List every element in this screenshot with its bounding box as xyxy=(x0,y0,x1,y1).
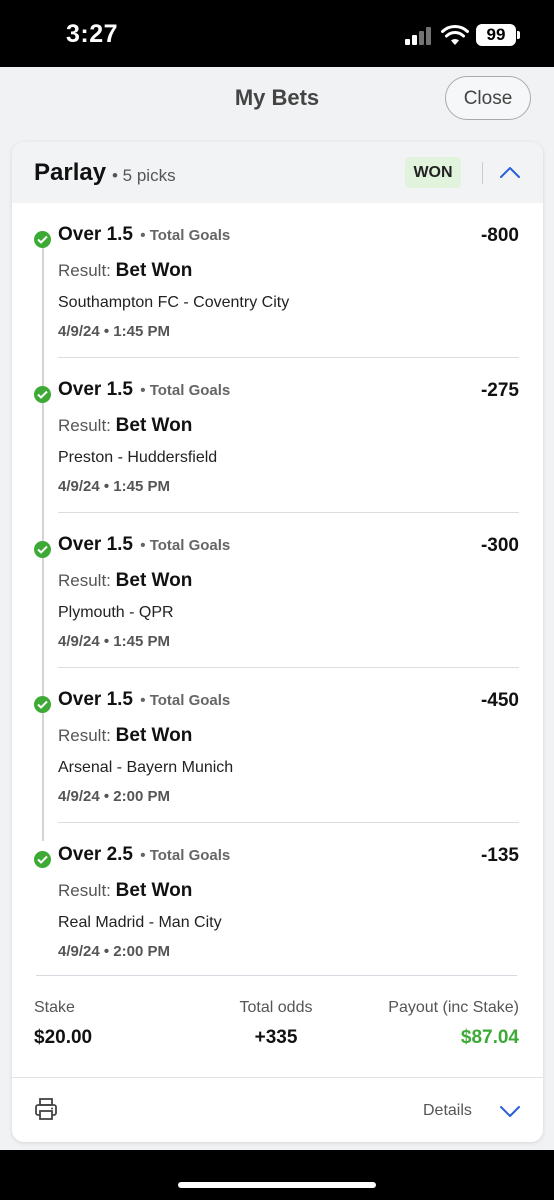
check-circle-icon xyxy=(34,851,51,868)
leg-odds: -450 xyxy=(480,690,519,711)
payout-value: $87.04 xyxy=(460,1027,519,1048)
status-badge: WON xyxy=(405,157,461,188)
leg-market: • Total Goals xyxy=(140,537,231,554)
cellular-signal-icon xyxy=(405,27,433,45)
leg-match: Preston - Huddersfield xyxy=(58,449,218,466)
footer-divider xyxy=(12,1077,543,1078)
check-circle-icon xyxy=(34,386,51,403)
leg-line: Over 1.5 • Total Goals xyxy=(58,689,231,710)
stake-value: $20.00 xyxy=(34,1027,93,1048)
leg-match: Arsenal - Bayern Munich xyxy=(58,759,234,776)
leg-result: Result: Bet Won xyxy=(58,415,193,436)
leg-result: Result: Bet Won xyxy=(58,260,193,281)
leg-market: • Total Goals xyxy=(140,382,231,399)
check-circle-icon xyxy=(34,231,51,248)
bet-leg: Over 1.5 • Total Goals -450 Result: Bet … xyxy=(12,668,543,823)
leg-result: Result: Bet Won xyxy=(58,570,193,591)
details-link[interactable]: Details xyxy=(423,1102,472,1120)
sheet-header: My Bets Close xyxy=(0,67,554,129)
stake-label: Stake xyxy=(34,999,75,1016)
leg-match: Southampton FC - Coventry City xyxy=(58,294,290,311)
chevron-up-icon[interactable] xyxy=(499,164,521,180)
bet-leg: Over 2.5 • Total Goals -135 Result: Bet … xyxy=(12,823,543,978)
leg-line: Over 1.5 • Total Goals xyxy=(58,534,231,555)
leg-time: 4/9/24 • 1:45 PM xyxy=(58,478,170,495)
chevron-down-icon[interactable] xyxy=(499,1104,521,1118)
home-indicator-area xyxy=(0,1150,554,1200)
parlay-card: Parlay • 5 picks WON Over 1.5 • Total Go… xyxy=(12,142,543,1142)
battery-icon: 99 xyxy=(476,24,516,46)
leg-market: • Total Goals xyxy=(140,692,231,709)
summary-divider xyxy=(36,975,517,976)
leg-time: 4/9/24 • 1:45 PM xyxy=(58,633,170,650)
check-circle-icon xyxy=(34,696,51,713)
leg-odds: -800 xyxy=(480,225,519,246)
close-button[interactable]: Close xyxy=(445,76,531,120)
header-divider xyxy=(482,162,483,184)
total-odds-label: Total odds xyxy=(239,999,313,1016)
leg-time: 4/9/24 • 2:00 PM xyxy=(58,788,170,805)
battery-tip xyxy=(517,31,520,39)
wifi-icon xyxy=(441,24,469,45)
leg-odds: -135 xyxy=(480,845,519,866)
bet-type-title: Parlay xyxy=(34,159,107,186)
bet-leg: Over 1.5 • Total Goals -275 Result: Bet … xyxy=(12,358,543,513)
leg-match: Plymouth - QPR xyxy=(58,604,174,621)
leg-result: Result: Bet Won xyxy=(58,725,193,746)
leg-line: Over 1.5 • Total Goals xyxy=(58,224,231,245)
status-bar: 3:27 99 xyxy=(0,0,554,67)
total-odds-value: +335 xyxy=(254,1027,298,1048)
bet-details-sheet: My Bets Close Parlay • 5 picks WON Over … xyxy=(0,67,554,1150)
leg-line: Over 2.5 • Total Goals xyxy=(58,844,231,865)
leg-time: 4/9/24 • 2:00 PM xyxy=(58,943,170,960)
parlay-header[interactable]: Parlay • 5 picks WON xyxy=(12,142,543,203)
status-time: 3:27 xyxy=(66,20,119,48)
bet-leg: Over 1.5 • Total Goals -800 Result: Bet … xyxy=(12,203,543,358)
leg-market: • Total Goals xyxy=(140,227,231,244)
leg-odds: -275 xyxy=(480,380,519,401)
leg-match: Real Madrid - Man City xyxy=(58,914,222,931)
leg-odds: -300 xyxy=(480,535,519,556)
leg-market: • Total Goals xyxy=(140,847,231,864)
leg-time: 4/9/24 • 1:45 PM xyxy=(58,323,170,340)
picks-count: • 5 picks xyxy=(112,166,176,185)
home-indicator[interactable] xyxy=(178,1182,376,1188)
leg-result: Result: Bet Won xyxy=(58,880,193,901)
printer-icon[interactable] xyxy=(34,1097,58,1121)
leg-line: Over 1.5 • Total Goals xyxy=(58,379,231,400)
bet-leg: Over 1.5 • Total Goals -300 Result: Bet … xyxy=(12,513,543,668)
payout-label: Payout (inc Stake) xyxy=(388,999,519,1016)
check-circle-icon xyxy=(34,541,51,558)
